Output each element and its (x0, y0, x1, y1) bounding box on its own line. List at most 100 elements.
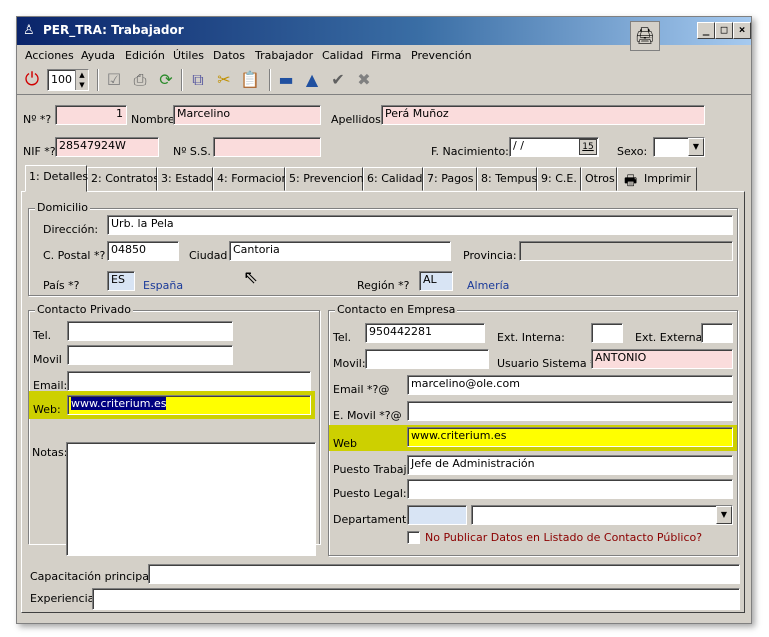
tab-formacion[interactable]: 4: Formacion (213, 167, 288, 191)
tab-contratos[interactable]: 2: Contratos (87, 167, 159, 191)
zoom-value: 100 (51, 73, 72, 86)
calendar-icon[interactable]: 15 (579, 139, 597, 155)
menu-utiles[interactable]: Útiles (173, 49, 204, 62)
cpostal-label: C. Postal *? (43, 249, 106, 262)
region-label: Región *? (357, 279, 410, 292)
capacitacion-field[interactable] (148, 564, 740, 584)
tab-pagos[interactable]: 7: Pagos (423, 167, 477, 191)
tab-tempus[interactable]: 8: Tempus (477, 167, 537, 191)
menu-bar: Acciones Ayuda Edición Útiles Datos Trab… (17, 45, 751, 65)
menu-calidad[interactable]: Calidad (322, 49, 363, 62)
puesto-legal-field[interactable] (407, 479, 733, 499)
triangle-up-icon[interactable]: ▲ (301, 69, 323, 91)
ext-interna-field[interactable] (591, 323, 623, 343)
zoom-spinner[interactable]: ▲ ▼ (75, 70, 88, 90)
separator (97, 69, 99, 91)
ciudad-label: Ciudad (189, 249, 228, 262)
check-icon[interactable]: ✔ (327, 69, 349, 91)
tab-prevencion[interactable]: 5: Prevencion (285, 167, 364, 191)
mouse-cursor-icon: ⇖ (243, 267, 259, 288)
menu-prevencion[interactable]: Prevención (411, 49, 472, 62)
minus-icon[interactable]: ▬ (275, 69, 297, 91)
checklist-icon[interactable]: ☑ (103, 69, 125, 91)
print-list-icon[interactable]: ⎙ (129, 69, 151, 91)
no-publicar-checkbox[interactable] (407, 531, 420, 544)
notas-field[interactable] (66, 442, 316, 556)
power-icon[interactable]: ⏻ (21, 69, 43, 91)
usuario-label: Usuario Sistema *? (497, 357, 602, 370)
chevron-down-icon[interactable]: ▼ (716, 506, 732, 524)
app-icon: ♙ (23, 23, 35, 38)
empresa-tel-field[interactable]: 950442281 (365, 323, 485, 343)
no-publicar-label: No Publicar Datos en Listado de Contacto… (425, 531, 703, 544)
zoom-field[interactable]: 100 ▲ ▼ (47, 69, 89, 91)
empresa-email-field[interactable]: marcelino@ole.com (407, 375, 733, 395)
privado-movil-label: Movil (33, 353, 62, 366)
privado-web-field[interactable]: www.criterium.es (67, 395, 311, 415)
region-code-field[interactable]: AL (419, 271, 453, 291)
depto-label: Departamento: (333, 513, 417, 526)
tab-imprimir[interactable]: 🖶 Imprimir (617, 167, 697, 191)
menu-datos[interactable]: Datos (213, 49, 245, 62)
menu-trabajador[interactable]: Trabajador (255, 49, 313, 62)
empresa-movil-field[interactable] (365, 349, 489, 369)
tab-detalles[interactable]: 1: Detalles (25, 165, 88, 192)
nif-field[interactable]: 28547924W (55, 137, 159, 157)
menu-edicion[interactable]: Edición (125, 49, 165, 62)
chevron-down-icon[interactable]: ▼ (688, 138, 704, 156)
tab-imprimir-label: Imprimir (644, 172, 691, 185)
fnac-field[interactable]: / / 15 (509, 137, 599, 157)
fnac-label: F. Nacimiento: (431, 145, 509, 158)
depto-code-field[interactable] (407, 505, 467, 525)
nombre-field[interactable]: Marcelino (173, 105, 321, 125)
ciudad-field[interactable]: Cantoria (229, 241, 451, 261)
puesto-field[interactable]: Jefe de Administración (407, 455, 733, 475)
tab-estado[interactable]: 3: Estado (157, 167, 213, 191)
experiencia-field[interactable] (92, 588, 740, 610)
title-bar[interactable]: ♙ PER_TRA: Trabajador 🖨 _ □ × (17, 17, 751, 51)
usuario-field[interactable]: ANTONIO (591, 349, 733, 369)
copy-icon[interactable]: ⧉ (187, 69, 209, 91)
notas-label: Notas: (32, 446, 68, 459)
puesto-legal-label: Puesto Legal: (333, 487, 407, 500)
ext-externa-field[interactable] (701, 323, 733, 343)
empresa-movil-label: Movil: (333, 357, 366, 370)
cut-icon[interactable]: ✂ (213, 69, 235, 91)
num-field[interactable]: 1 (55, 105, 127, 125)
privado-movil-field[interactable] (67, 345, 233, 365)
detalles-panel: Domicilio Dirección: Urb. la Pela C. Pos… (21, 191, 745, 613)
cancel-icon[interactable]: ✖ (353, 69, 375, 91)
pais-code-field[interactable]: ES (107, 271, 135, 291)
menu-firma[interactable]: Firma (371, 49, 401, 62)
pais-label: País *? (43, 279, 80, 292)
close-button[interactable]: × (733, 22, 751, 39)
empresa-web-field[interactable]: www.criterium.es (407, 427, 733, 447)
cpostal-field[interactable]: 04850 (107, 241, 179, 261)
nss-label: Nº S.S. (173, 145, 211, 158)
region-name-link[interactable]: Almería (467, 279, 509, 292)
depto-select[interactable]: ▼ (471, 505, 733, 525)
menu-acciones[interactable]: Acciones (25, 49, 74, 62)
nss-field[interactable] (213, 137, 321, 157)
direccion-field[interactable]: Urb. la Pela (107, 215, 733, 235)
menu-ayuda[interactable]: Ayuda (81, 49, 115, 62)
emovil-field[interactable] (407, 401, 733, 421)
privado-email-field[interactable] (67, 371, 311, 391)
domicilio-title: Domicilio (35, 201, 90, 214)
tab-calidad[interactable]: 6: Calidad (363, 167, 423, 191)
puesto-label: Puesto Trabajo: (333, 463, 418, 476)
tab-otros[interactable]: Otros (581, 167, 617, 191)
emovil-label: E. Movil *?@ (333, 409, 402, 422)
maximize-button[interactable]: □ (715, 22, 733, 39)
provincia-field (519, 241, 733, 261)
paste-icon[interactable]: 📋 (239, 69, 261, 91)
refresh-icon[interactable]: ⟳ (155, 69, 177, 91)
nombre-label: Nombre (131, 113, 175, 126)
privado-tel-field[interactable] (67, 321, 233, 341)
sexo-select[interactable]: ▼ (653, 137, 705, 157)
pais-name-link[interactable]: España (143, 279, 183, 292)
apellidos-field[interactable]: Perá Muñoz (381, 105, 705, 125)
minimize-button[interactable]: _ (697, 22, 715, 39)
tab-ce[interactable]: 9: C.E. (537, 167, 581, 191)
empresa-title: Contacto en Empresa (335, 303, 458, 316)
